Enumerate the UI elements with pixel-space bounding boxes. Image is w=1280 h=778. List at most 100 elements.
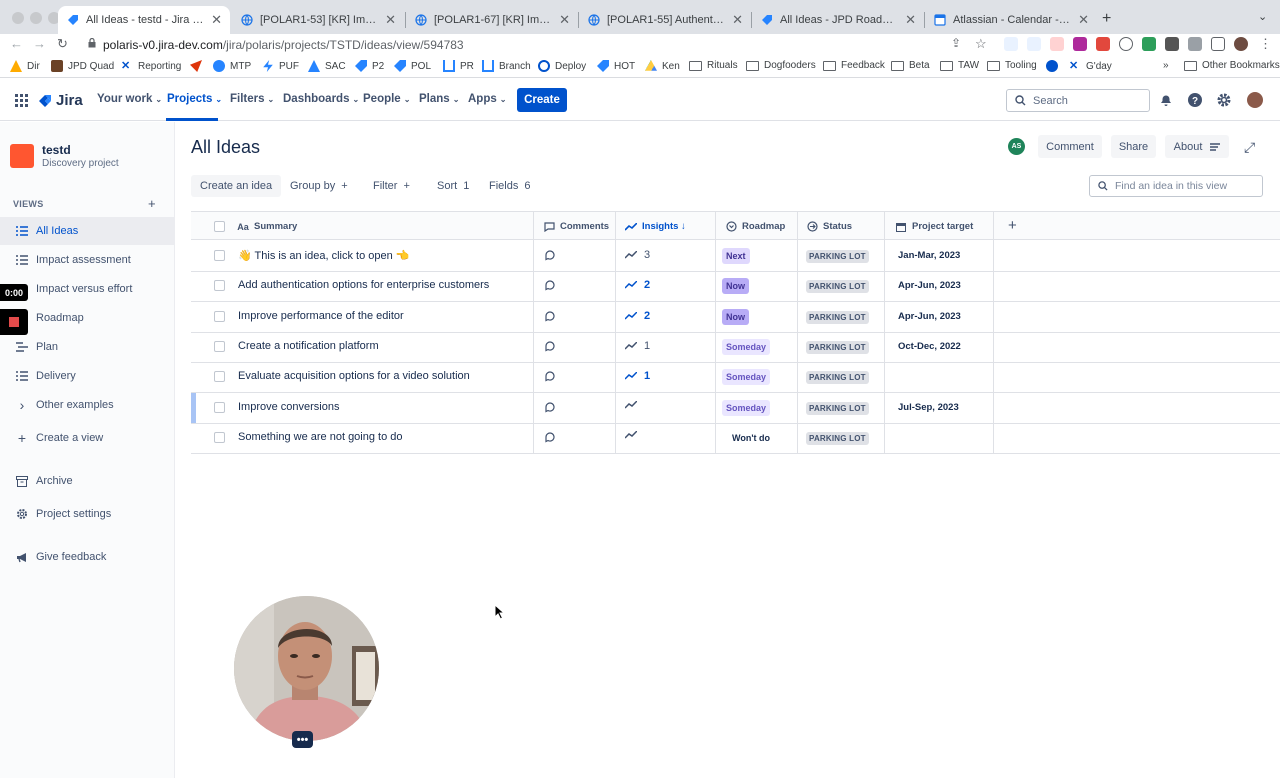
app-switcher-icon[interactable]	[15, 94, 28, 107]
bookmark[interactable]: Branch	[482, 60, 531, 72]
status-badge[interactable]: PARKING LOT	[806, 250, 869, 263]
about-button[interactable]: About	[1165, 135, 1229, 158]
settings-icon[interactable]	[1216, 92, 1232, 108]
sort-button[interactable]: Sort 1	[437, 175, 469, 197]
create-button[interactable]: Create	[517, 88, 567, 112]
bookmark[interactable]	[1046, 60, 1063, 72]
status-badge[interactable]: PARKING LOT	[806, 402, 869, 415]
comment-icon[interactable]	[544, 279, 556, 291]
roadmap-tag[interactable]: Now	[722, 309, 749, 325]
comment-icon[interactable]	[544, 340, 556, 352]
bookmark[interactable]: ✕ G'day	[1069, 60, 1112, 72]
extension-icon[interactable]	[1004, 37, 1018, 51]
browser-tab[interactable]: [POLAR1-67] [KR] Improve Ap... ✕	[406, 6, 578, 34]
bookmark[interactable]: Other Bookmarks	[1184, 60, 1280, 71]
close-tab-icon[interactable]: ✕	[905, 12, 916, 28]
sidepanel-icon[interactable]	[1211, 37, 1225, 51]
bookmark[interactable]: Tooling	[987, 60, 1037, 71]
row-checkbox[interactable]	[214, 432, 225, 443]
find-idea-input[interactable]: Find an idea in this view	[1089, 175, 1263, 197]
extension-icon[interactable]	[1027, 37, 1041, 51]
fullscreen-icon[interactable]: ⤢	[1244, 139, 1255, 156]
jira-logo[interactable]: Jira	[38, 92, 83, 109]
bookmark[interactable]: HOT	[597, 60, 635, 72]
bookmark[interactable]: Ken	[645, 60, 680, 72]
bookmark[interactable]: MTP	[213, 60, 251, 72]
status-badge[interactable]: PARKING LOT	[806, 341, 869, 354]
extension-icon[interactable]	[1119, 37, 1133, 51]
roadmap-tag[interactable]: Next	[722, 248, 750, 264]
url-field[interactable]: polaris-v0.jira-dev.com/jira/polaris/pro…	[103, 38, 464, 52]
bookmark[interactable]: ✕ Reporting	[121, 60, 181, 72]
status-badge[interactable]: PARKING LOT	[806, 371, 869, 384]
bookmark[interactable]: POL	[394, 60, 431, 72]
project-name[interactable]: testd	[42, 143, 71, 157]
share-button[interactable]: Share	[1111, 135, 1156, 158]
project-target-value[interactable]: Jul-Sep, 2023	[898, 402, 959, 413]
chevron-down-icon[interactable]: ⌄	[1258, 10, 1267, 23]
status-badge[interactable]: PARKING LOT	[806, 311, 869, 324]
user-avatar[interactable]	[1247, 92, 1263, 108]
row-checkbox[interactable]	[214, 341, 225, 352]
table-row[interactable]: Evaluate acquisition options for a video…	[191, 362, 1280, 392]
sidebar-item-delivery[interactable]: Delivery	[0, 362, 174, 390]
search-input[interactable]: Search	[1006, 89, 1150, 112]
roadmap-tag[interactable]: Someday	[722, 339, 771, 355]
stop-recording-button[interactable]	[0, 309, 28, 335]
nav-apps[interactable]: Apps ⌄	[468, 93, 506, 105]
sidebar-item-all-ideas[interactable]: All Ideas	[0, 217, 174, 245]
idea-summary[interactable]: Improve conversions	[238, 401, 340, 413]
extension-icon[interactable]	[1096, 37, 1110, 51]
sidebar-item-archive[interactable]: Archive	[0, 467, 174, 495]
idea-summary[interactable]: 👋 This is an idea, click to open 👈	[238, 249, 410, 262]
bookmark[interactable]: TAW	[940, 60, 979, 71]
close-tab-icon[interactable]: ✕	[211, 12, 222, 28]
nav-filters[interactable]: Filters ⌄	[230, 93, 274, 105]
browser-tab[interactable]: [POLAR1-55] Authentication o... ✕	[579, 6, 751, 34]
extension-icon[interactable]	[1142, 37, 1156, 51]
close-tab-icon[interactable]: ✕	[559, 12, 570, 28]
sidebar-item-give-feedback[interactable]: Give feedback	[0, 543, 174, 571]
table-row[interactable]: 👋 This is an idea, click to open 👈 3 Next P…	[191, 241, 1280, 271]
idea-summary[interactable]: Improve performance of the editor	[238, 310, 404, 322]
roadmap-tag[interactable]: Someday	[722, 400, 771, 416]
reload-icon[interactable]: ↻	[57, 36, 68, 52]
comment-icon[interactable]	[544, 401, 556, 413]
browser-tab[interactable]: Atlassian - Calendar - Week of... ✕	[925, 6, 1097, 34]
bookmark[interactable]: SAC	[308, 60, 346, 72]
table-row[interactable]: Create a notification platform 1 Someday PA…	[191, 332, 1280, 362]
bookmark[interactable]: Dogfooders	[746, 60, 816, 71]
idea-summary[interactable]: Something we are not going to do	[238, 431, 403, 443]
column-summary[interactable]: Aa Summary	[237, 212, 297, 241]
nav-your-work[interactable]: Your work ⌄	[97, 93, 162, 105]
browser-tab[interactable]: All Ideas - testd - Jira Product ✕	[58, 6, 230, 34]
row-checkbox[interactable]	[214, 250, 225, 261]
extension-icon[interactable]	[1050, 37, 1064, 51]
browser-tab[interactable]: [POLAR1-53] [KR] Improve CS... ✕	[232, 6, 404, 34]
nav-people[interactable]: People ⌄	[363, 93, 410, 105]
status-badge[interactable]: PARKING LOT	[806, 432, 869, 445]
insights-cell[interactable]: 2	[625, 279, 650, 291]
project-target-value[interactable]: Apr-Jun, 2023	[898, 280, 961, 291]
window-close-button[interactable]	[12, 12, 24, 24]
insights-cell[interactable]	[625, 401, 644, 409]
idea-summary[interactable]: Create a notification platform	[238, 340, 379, 352]
insights-cell[interactable]	[625, 431, 644, 439]
column-status[interactable]: Status	[806, 212, 852, 241]
bookmark[interactable]: Beta	[891, 60, 930, 71]
comment-icon[interactable]	[544, 249, 556, 261]
project-target-value[interactable]: Oct-Dec, 2022	[898, 341, 961, 352]
fields-button[interactable]: Fields 6	[489, 175, 530, 197]
bookmark[interactable]	[190, 60, 207, 72]
table-row[interactable]: Improve performance of the editor 2 Now PAR…	[191, 302, 1280, 332]
browser-menu-icon[interactable]: ⋮	[1259, 36, 1272, 52]
bookmark[interactable]: Deploy	[538, 60, 586, 72]
project-target-value[interactable]: Apr-Jun, 2023	[898, 311, 961, 322]
share-page-icon[interactable]: ⇪	[951, 36, 961, 50]
bookmark[interactable]: P2	[355, 60, 384, 72]
sidebar-item-create-view[interactable]: + Create a view	[0, 424, 174, 452]
comment-icon[interactable]	[544, 370, 556, 382]
status-badge[interactable]: PARKING LOT	[806, 280, 869, 293]
forward-icon[interactable]: →	[33, 36, 46, 51]
add-view-icon[interactable]: +	[148, 196, 156, 211]
